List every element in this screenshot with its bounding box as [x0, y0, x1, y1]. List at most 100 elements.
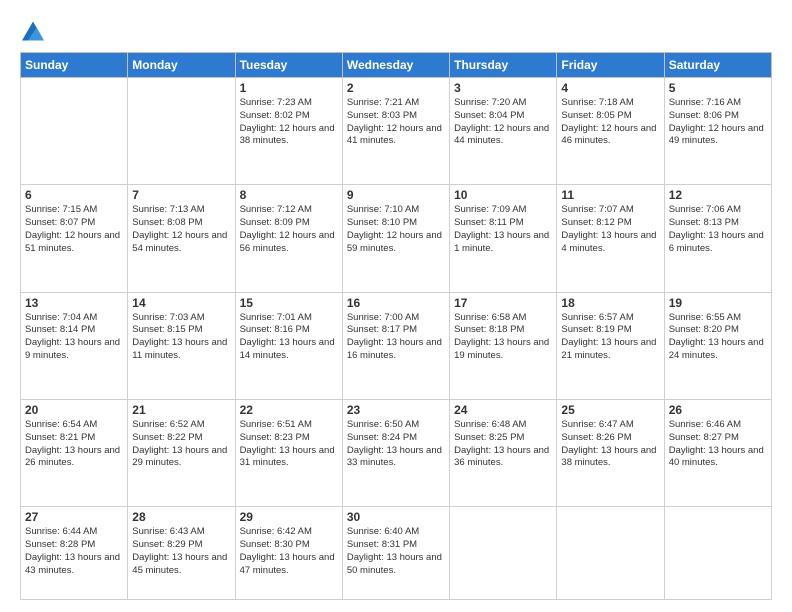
calendar-cell: 14 Sunrise: 7:03 AM Sunset: 8:15 PM Dayli… — [128, 292, 235, 399]
day-number: 6 — [25, 188, 123, 202]
day-number: 14 — [132, 296, 230, 310]
day-number: 28 — [132, 510, 230, 524]
calendar-week-row: 13 Sunrise: 7:04 AM Sunset: 8:14 PM Dayli… — [21, 292, 772, 399]
day-number: 16 — [347, 296, 445, 310]
calendar-cell: 19 Sunrise: 6:55 AM Sunset: 8:20 PM Dayli… — [664, 292, 771, 399]
day-info: Sunrise: 7:06 AM Sunset: 8:13 PM Dayligh… — [669, 204, 767, 255]
day-number: 7 — [132, 188, 230, 202]
calendar-week-row: 20 Sunrise: 6:54 AM Sunset: 8:21 PM Dayli… — [21, 399, 772, 506]
calendar-cell: 9 Sunrise: 7:10 AM Sunset: 8:10 PM Daylig… — [342, 185, 449, 292]
calendar-cell: 27 Sunrise: 6:44 AM Sunset: 8:28 PM Dayli… — [21, 507, 128, 600]
day-info: Sunrise: 6:44 AM Sunset: 8:28 PM Dayligh… — [25, 526, 123, 577]
day-number: 27 — [25, 510, 123, 524]
day-info: Sunrise: 6:58 AM Sunset: 8:18 PM Dayligh… — [454, 312, 552, 363]
day-info: Sunrise: 7:21 AM Sunset: 8:03 PM Dayligh… — [347, 97, 445, 148]
calendar-cell: 13 Sunrise: 7:04 AM Sunset: 8:14 PM Dayli… — [21, 292, 128, 399]
calendar-cell: 26 Sunrise: 6:46 AM Sunset: 8:27 PM Dayli… — [664, 399, 771, 506]
day-info: Sunrise: 6:40 AM Sunset: 8:31 PM Dayligh… — [347, 526, 445, 577]
day-number: 3 — [454, 81, 552, 95]
weekday-header: Thursday — [450, 53, 557, 78]
day-number: 21 — [132, 403, 230, 417]
day-number: 24 — [454, 403, 552, 417]
calendar-cell: 15 Sunrise: 7:01 AM Sunset: 8:16 PM Dayli… — [235, 292, 342, 399]
day-number: 29 — [240, 510, 338, 524]
calendar-cell: 28Sunrise: 6:43 AM Sunset: 8:29 PM Dayli… — [128, 507, 235, 600]
calendar-cell: 20 Sunrise: 6:54 AM Sunset: 8:21 PM Dayli… — [21, 399, 128, 506]
calendar-cell: 4 Sunrise: 7:18 AM Sunset: 8:05 PM Daylig… — [557, 78, 664, 185]
calendar-week-row: 27 Sunrise: 6:44 AM Sunset: 8:28 PM Dayli… — [21, 507, 772, 600]
day-number: 10 — [454, 188, 552, 202]
day-info: Sunrise: 7:04 AM Sunset: 8:14 PM Dayligh… — [25, 312, 123, 363]
calendar: SundayMondayTuesdayWednesdayThursdayFrid… — [20, 52, 772, 600]
calendar-cell: 16 Sunrise: 7:00 AM Sunset: 8:17 PM Dayli… — [342, 292, 449, 399]
weekday-header: Saturday — [664, 53, 771, 78]
calendar-cell: 7 Sunrise: 7:13 AM Sunset: 8:08 PM Daylig… — [128, 185, 235, 292]
day-number: 4 — [561, 81, 659, 95]
weekday-header: Sunday — [21, 53, 128, 78]
day-info: Sunrise: 7:16 AM Sunset: 8:06 PM Dayligh… — [669, 97, 767, 148]
calendar-cell — [21, 78, 128, 185]
calendar-cell: 3 Sunrise: 7:20 AM Sunset: 8:04 PM Daylig… — [450, 78, 557, 185]
day-info: Sunrise: 6:54 AM Sunset: 8:21 PM Dayligh… — [25, 419, 123, 470]
day-number: 13 — [25, 296, 123, 310]
day-number: 11 — [561, 188, 659, 202]
calendar-cell: 30Sunrise: 6:40 AM Sunset: 8:31 PM Dayli… — [342, 507, 449, 600]
weekday-header: Friday — [557, 53, 664, 78]
calendar-cell: 11 Sunrise: 7:07 AM Sunset: 8:12 PM Dayli… — [557, 185, 664, 292]
logo — [20, 18, 44, 42]
weekday-header: Monday — [128, 53, 235, 78]
day-info: Sunrise: 7:23 AM Sunset: 8:02 PM Dayligh… — [240, 97, 338, 148]
calendar-week-row: 6 Sunrise: 7:15 AM Sunset: 8:07 PM Daylig… — [21, 185, 772, 292]
calendar-cell: 12 Sunrise: 7:06 AM Sunset: 8:13 PM Dayli… — [664, 185, 771, 292]
day-number: 9 — [347, 188, 445, 202]
calendar-cell — [450, 507, 557, 600]
day-info: Sunrise: 7:15 AM Sunset: 8:07 PM Dayligh… — [25, 204, 123, 255]
day-info: Sunrise: 6:57 AM Sunset: 8:19 PM Dayligh… — [561, 312, 659, 363]
day-info: Sunrise: 7:20 AM Sunset: 8:04 PM Dayligh… — [454, 97, 552, 148]
day-info: Sunrise: 6:55 AM Sunset: 8:20 PM Dayligh… — [669, 312, 767, 363]
day-number: 12 — [669, 188, 767, 202]
day-info: Sunrise: 7:10 AM Sunset: 8:10 PM Dayligh… — [347, 204, 445, 255]
day-info: Sunrise: 7:01 AM Sunset: 8:16 PM Dayligh… — [240, 312, 338, 363]
day-number: 8 — [240, 188, 338, 202]
day-number: 22 — [240, 403, 338, 417]
day-number: 5 — [669, 81, 767, 95]
day-info: Sunrise: 7:13 AM Sunset: 8:08 PM Dayligh… — [132, 204, 230, 255]
logo-icon — [22, 20, 44, 42]
calendar-cell: 22 Sunrise: 6:51 AM Sunset: 8:23 PM Dayli… — [235, 399, 342, 506]
day-info: Sunrise: 6:46 AM Sunset: 8:27 PM Dayligh… — [669, 419, 767, 470]
calendar-week-row: 1 Sunrise: 7:23 AM Sunset: 8:02 PM Daylig… — [21, 78, 772, 185]
calendar-cell: 17 Sunrise: 6:58 AM Sunset: 8:18 PM Dayli… — [450, 292, 557, 399]
day-info: Sunrise: 7:00 AM Sunset: 8:17 PM Dayligh… — [347, 312, 445, 363]
day-number: 23 — [347, 403, 445, 417]
weekday-header-row: SundayMondayTuesdayWednesdayThursdayFrid… — [21, 53, 772, 78]
day-info: Sunrise: 6:50 AM Sunset: 8:24 PM Dayligh… — [347, 419, 445, 470]
calendar-cell: 2 Sunrise: 7:21 AM Sunset: 8:03 PM Daylig… — [342, 78, 449, 185]
day-number: 1 — [240, 81, 338, 95]
day-info: Sunrise: 7:03 AM Sunset: 8:15 PM Dayligh… — [132, 312, 230, 363]
day-info: Sunrise: 7:07 AM Sunset: 8:12 PM Dayligh… — [561, 204, 659, 255]
day-number: 26 — [669, 403, 767, 417]
day-number: 17 — [454, 296, 552, 310]
weekday-header: Wednesday — [342, 53, 449, 78]
day-info: Sunrise: 7:12 AM Sunset: 8:09 PM Dayligh… — [240, 204, 338, 255]
calendar-cell: 5 Sunrise: 7:16 AM Sunset: 8:06 PM Daylig… — [664, 78, 771, 185]
day-info: Sunrise: 7:09 AM Sunset: 8:11 PM Dayligh… — [454, 204, 552, 255]
calendar-table: SundayMondayTuesdayWednesdayThursdayFrid… — [20, 52, 772, 600]
day-number: 19 — [669, 296, 767, 310]
header — [20, 18, 772, 42]
day-info: Sunrise: 6:48 AM Sunset: 8:25 PM Dayligh… — [454, 419, 552, 470]
calendar-cell: 25Sunrise: 6:47 AM Sunset: 8:26 PM Dayli… — [557, 399, 664, 506]
calendar-cell — [664, 507, 771, 600]
day-number: 20 — [25, 403, 123, 417]
calendar-cell: 23 Sunrise: 6:50 AM Sunset: 8:24 PM Dayli… — [342, 399, 449, 506]
day-number: 18 — [561, 296, 659, 310]
day-info: Sunrise: 7:18 AM Sunset: 8:05 PM Dayligh… — [561, 97, 659, 148]
day-info: Sunrise: 6:52 AM Sunset: 8:22 PM Dayligh… — [132, 419, 230, 470]
calendar-cell: 8 Sunrise: 7:12 AM Sunset: 8:09 PM Daylig… — [235, 185, 342, 292]
day-info: Sunrise: 6:51 AM Sunset: 8:23 PM Dayligh… — [240, 419, 338, 470]
calendar-cell: 24 Sunrise: 6:48 AM Sunset: 8:25 PM Dayli… — [450, 399, 557, 506]
calendar-cell: 21 Sunrise: 6:52 AM Sunset: 8:22 PM Dayli… — [128, 399, 235, 506]
day-number: 15 — [240, 296, 338, 310]
day-number: 2 — [347, 81, 445, 95]
